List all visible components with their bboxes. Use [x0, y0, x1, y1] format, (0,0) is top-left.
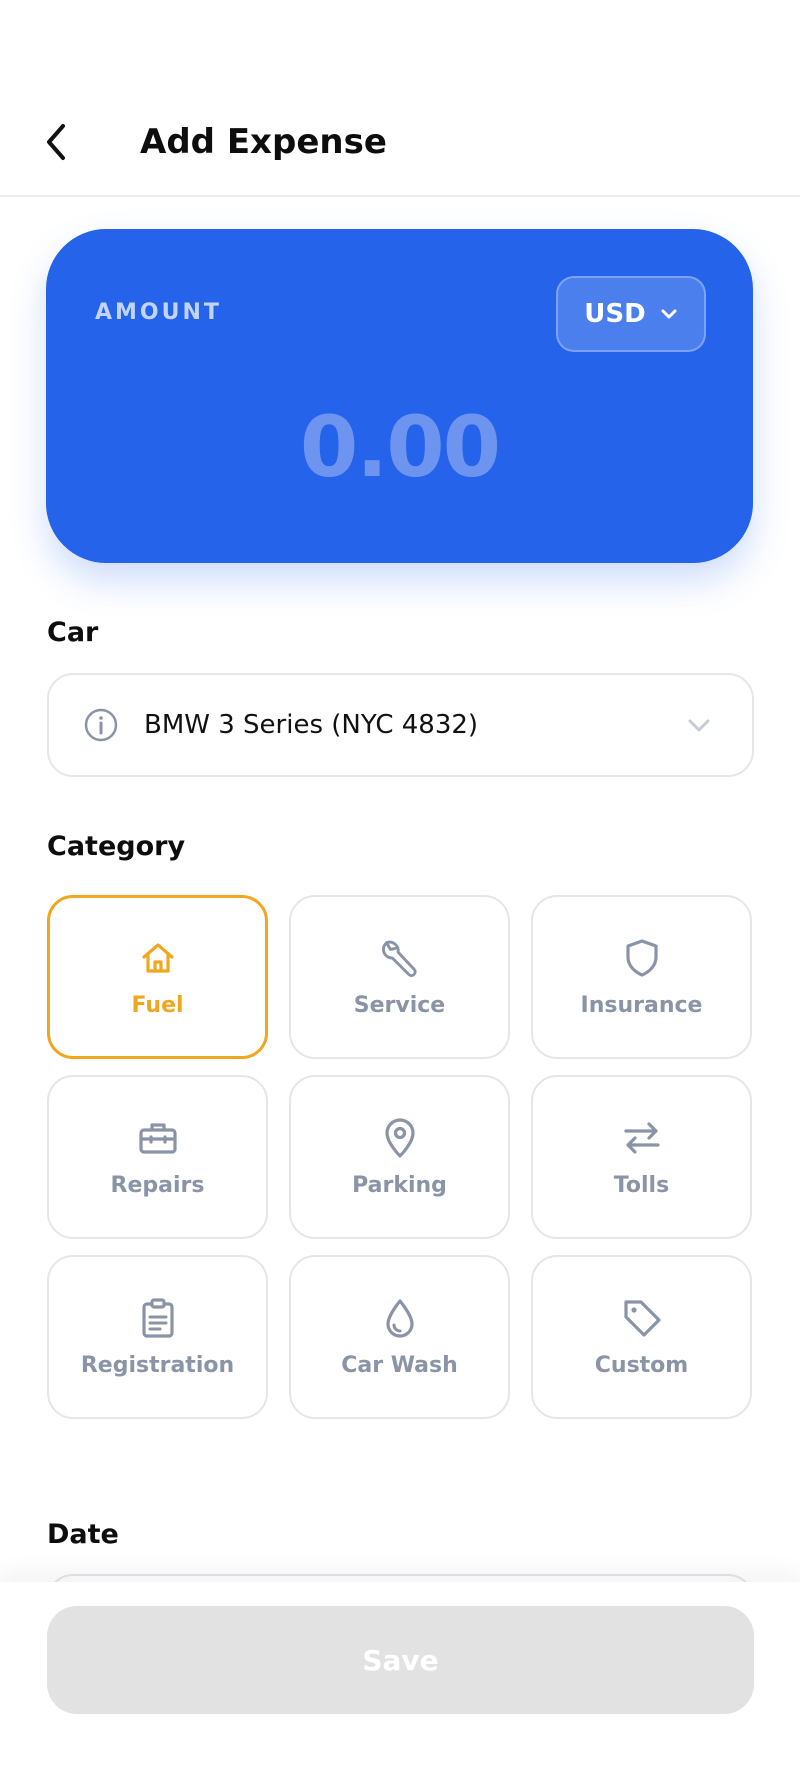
top-app-bar: Add Expense — [0, 0, 800, 197]
chevron-left-icon — [47, 124, 65, 160]
droplet-icon — [379, 1297, 421, 1339]
clipboard-icon — [137, 1297, 179, 1339]
category-label: Car Wash — [341, 1352, 458, 1378]
amount-input[interactable]: 0.00 — [46, 397, 753, 497]
home-icon — [137, 937, 179, 979]
category-section-label: Category — [47, 831, 186, 862]
category-label: Fuel — [131, 992, 184, 1018]
wrench-icon — [379, 937, 421, 979]
back-button[interactable] — [36, 118, 76, 166]
category-label: Repairs — [110, 1172, 205, 1198]
car-select-value: BMW 3 Series (NYC 4832) — [144, 710, 479, 740]
category-grid: Fuel Service Insurance Repairs Parking T… — [47, 895, 754, 1419]
category-tile-parking[interactable]: Parking — [289, 1075, 510, 1239]
swap-arrows-icon — [621, 1117, 663, 1159]
shield-icon — [621, 937, 663, 979]
date-section-label: Date — [47, 1519, 119, 1550]
category-label: Tolls — [613, 1172, 670, 1198]
chevron-down-icon — [661, 309, 677, 319]
category-tile-registration[interactable]: Registration — [47, 1255, 268, 1419]
category-label: Custom — [594, 1352, 689, 1378]
toolbox-icon — [137, 1117, 179, 1159]
car-section-label: Car — [47, 617, 99, 648]
save-label: Save — [362, 1643, 439, 1677]
category-tile-car-wash[interactable]: Car Wash — [289, 1255, 510, 1419]
amount-label: AMOUNT — [95, 300, 222, 325]
currency-dropdown[interactable]: USD — [556, 276, 706, 352]
chevron-down-icon — [688, 719, 710, 732]
page-title: Add Expense — [140, 122, 387, 162]
info-icon — [84, 708, 118, 742]
map-pin-icon — [379, 1117, 421, 1159]
save-button[interactable]: Save — [47, 1606, 754, 1714]
category-tile-custom[interactable]: Custom — [531, 1255, 752, 1419]
car-select[interactable]: BMW 3 Series (NYC 4832) — [47, 673, 754, 777]
category-label: Registration — [80, 1352, 235, 1378]
tag-icon — [621, 1297, 663, 1339]
currency-label: USD — [584, 299, 646, 329]
category-tile-repairs[interactable]: Repairs — [47, 1075, 268, 1239]
category-label: Service — [353, 992, 446, 1018]
category-tile-fuel[interactable]: Fuel — [47, 895, 268, 1059]
category-tile-service[interactable]: Service — [289, 895, 510, 1059]
category-tile-insurance[interactable]: Insurance — [531, 895, 752, 1059]
add-expense-screen: Add Expense AMOUNT USD 0.00 Car BMW 3 Se… — [0, 0, 800, 1778]
category-tile-tolls[interactable]: Tolls — [531, 1075, 752, 1239]
amount-card: AMOUNT USD 0.00 — [46, 229, 753, 563]
category-label: Parking — [352, 1172, 447, 1198]
bottom-action-bar: Save — [0, 1582, 800, 1778]
category-label: Insurance — [580, 992, 703, 1018]
